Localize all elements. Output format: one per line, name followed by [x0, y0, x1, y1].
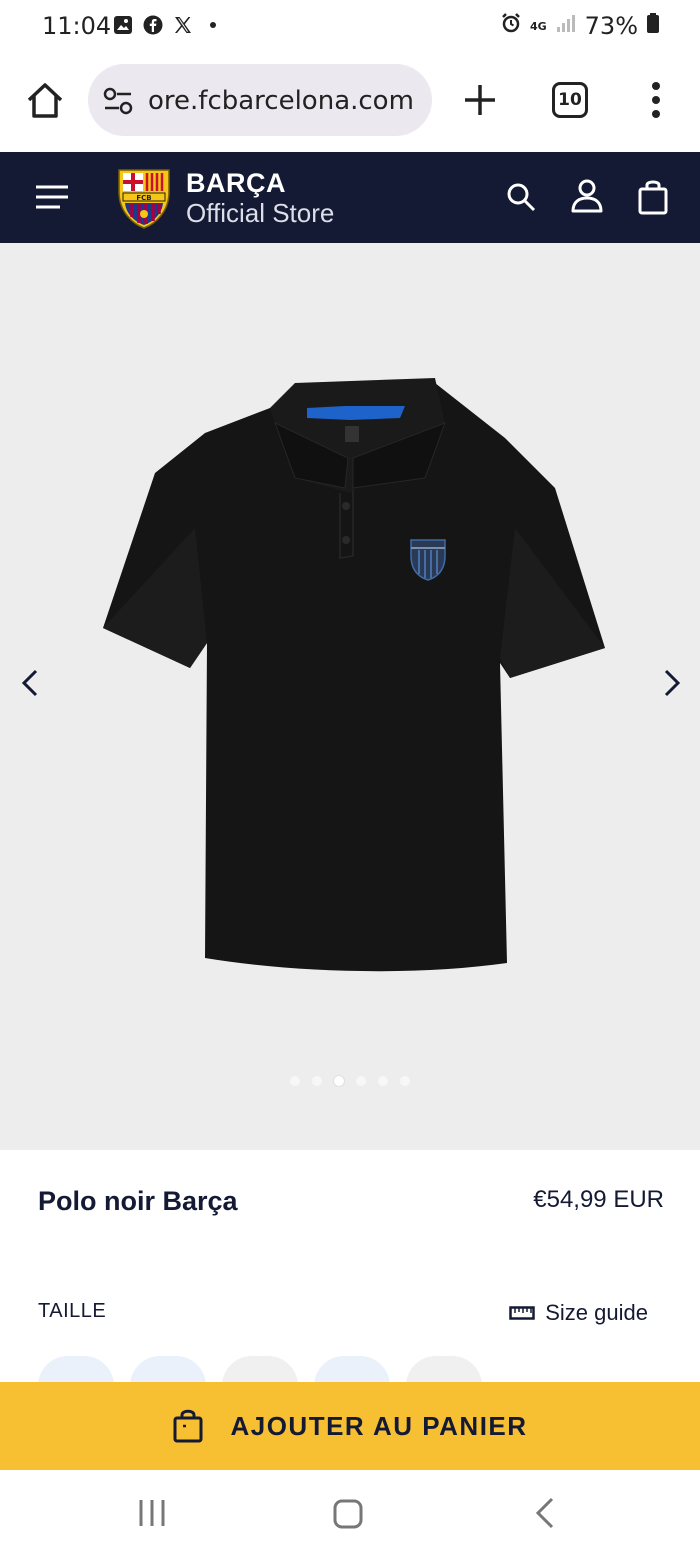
battery-percent: 73%: [584, 12, 638, 40]
hamburger-icon: [36, 185, 68, 209]
pagination-dot[interactable]: [400, 1076, 410, 1086]
search-button[interactable]: [504, 180, 538, 214]
pagination-dot[interactable]: [334, 1076, 344, 1086]
brand-subtitle: Official Store: [186, 198, 335, 228]
home-button[interactable]: [24, 80, 66, 122]
add-to-cart-button[interactable]: AJOUTER AU PANIER: [0, 1382, 700, 1470]
shopping-bag-icon: [173, 1409, 203, 1443]
more-vert-icon: [652, 82, 660, 118]
status-bar: 11:04 4G 73%: [0, 0, 700, 56]
back-icon: [535, 1497, 554, 1529]
previous-image-button[interactable]: [16, 663, 46, 703]
image-pagination: [0, 1076, 700, 1086]
home-icon: [27, 83, 63, 118]
square-home-icon: [333, 1499, 363, 1529]
url-text[interactable]: ore.fcbarcelona.com: [148, 86, 418, 116]
size-guide-link[interactable]: Size guide: [509, 1300, 648, 1326]
network-type-icon: 4G: [529, 19, 547, 33]
brand-name: BARÇA: [186, 168, 286, 198]
alarm-icon: [500, 12, 522, 40]
product-info: Polo noir Barça €54,99 EUR TAILLE Size g…: [0, 1150, 700, 1416]
recent-apps-button[interactable]: [136, 1498, 168, 1528]
site-settings-icon[interactable]: [102, 86, 134, 116]
pagination-dot[interactable]: [356, 1076, 366, 1086]
system-home-button[interactable]: [332, 1498, 364, 1530]
cart-button[interactable]: [636, 178, 670, 216]
system-icons: 4G 73%: [500, 12, 660, 40]
menu-button[interactable]: [34, 182, 70, 212]
chevron-left-icon: [21, 669, 38, 697]
pagination-dot[interactable]: [312, 1076, 322, 1086]
x-icon: [172, 14, 194, 36]
notification-icons: [112, 14, 224, 36]
back-button[interactable]: [534, 1496, 556, 1530]
signal-icon: [555, 12, 577, 40]
user-icon: [571, 179, 603, 213]
plus-icon: [465, 85, 495, 115]
chevron-right-icon: [664, 669, 681, 697]
store-header: FCB BARÇA Official Store: [0, 152, 700, 243]
next-image-button[interactable]: [656, 663, 686, 703]
status-time: 11:04: [42, 12, 112, 40]
system-navigation-bar: [0, 1470, 700, 1556]
svg-text:FCB: FCB: [136, 194, 151, 202]
gallery-icon: [112, 14, 134, 36]
more-notifications-icon: [202, 14, 224, 36]
search-icon: [507, 183, 536, 212]
facebook-icon: [142, 14, 164, 36]
size-label: TAILLE: [38, 1300, 107, 1322]
add-to-cart-label: AJOUTER AU PANIER: [230, 1410, 528, 1441]
account-button[interactable]: [570, 178, 604, 214]
new-tab-button[interactable]: [460, 80, 500, 120]
battery-icon: [646, 12, 660, 40]
pagination-dot[interactable]: [378, 1076, 388, 1086]
product-image: [103, 378, 605, 972]
tab-switcher-button[interactable]: 10: [552, 82, 588, 118]
pagination-dot[interactable]: [290, 1076, 300, 1086]
product-title: Polo noir Barça: [38, 1186, 238, 1216]
shopping-bag-icon: [638, 180, 668, 215]
product-gallery[interactable]: [0, 243, 700, 1150]
barca-crest-logo[interactable]: FCB: [115, 166, 173, 230]
size-guide-label: Size guide: [545, 1300, 648, 1325]
address-bar[interactable]: ore.fcbarcelona.com: [88, 64, 432, 136]
recent-apps-icon: [139, 1500, 165, 1526]
ruler-icon: [509, 1306, 535, 1320]
browser-toolbar: ore.fcbarcelona.com 10: [0, 56, 700, 152]
browser-menu-button[interactable]: [640, 78, 672, 122]
product-price: €54,99 EUR: [533, 1186, 664, 1213]
